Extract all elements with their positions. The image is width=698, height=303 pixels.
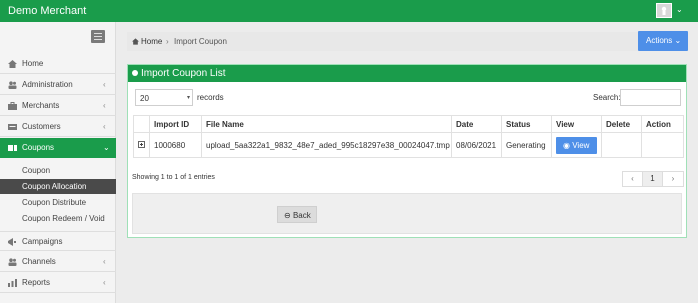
records-label: records xyxy=(197,93,224,102)
id-card-icon xyxy=(8,124,17,130)
cell-file-name: upload_5aa322a1_9832_48e7_aded_995c18297… xyxy=(201,132,452,158)
chevron-down-icon: ⌄ xyxy=(103,143,110,152)
sidebar-item-campaigns[interactable]: Campaigns xyxy=(0,231,116,251)
column-header-status[interactable]: Status xyxy=(501,115,552,133)
circle-icon xyxy=(132,70,138,76)
sidebar-item-reports[interactable]: Reports ‹ xyxy=(0,273,116,293)
user-icon xyxy=(661,6,667,15)
sidebar-item-channels[interactable]: Channels ‹ xyxy=(0,252,116,272)
sidebar-toggle-button[interactable] xyxy=(91,30,105,43)
breadcrumb: Home › Import Coupon xyxy=(127,32,687,51)
breadcrumb-separator: › xyxy=(166,37,169,46)
search-label: Search: xyxy=(593,93,621,102)
sidebar-item-label: Merchants xyxy=(22,101,60,110)
sidebar-item-home[interactable]: Home xyxy=(0,54,116,74)
ticket-icon xyxy=(8,145,17,151)
chevron-left-icon: ‹ xyxy=(103,278,106,287)
table-header-row: Import ID File Name Date Status View Del… xyxy=(133,115,684,133)
sidebar: Home Administration ‹ Merchants ‹ Custom… xyxy=(0,22,116,303)
sidebar-item-customers[interactable]: Customers ‹ xyxy=(0,117,116,137)
panel-footer: ⊖ Back xyxy=(132,193,682,234)
cell-action xyxy=(641,132,684,158)
records-per-page-select[interactable]: 20 ▾ xyxy=(135,89,193,106)
column-header-import-id[interactable]: Import ID xyxy=(149,115,202,133)
search-input[interactable] xyxy=(620,89,681,106)
cell-delete xyxy=(601,132,642,158)
column-header-delete[interactable]: Delete xyxy=(601,115,642,133)
cell-status: Generating xyxy=(501,132,552,158)
column-header-view[interactable]: View xyxy=(551,115,602,133)
sidebar-item-label: Channels xyxy=(22,257,56,266)
coupon-import-table: Import ID File Name Date Status View Del… xyxy=(133,115,684,158)
sidebar-item-label: Reports xyxy=(22,278,51,287)
sidebar-item-label: Home xyxy=(22,59,44,68)
bullhorn-icon xyxy=(8,238,16,246)
back-button[interactable]: ⊖ Back xyxy=(277,206,317,223)
table-row: 1000680 upload_5aa322a1_9832_48e7_aded_9… xyxy=(133,132,684,158)
column-header xyxy=(133,115,150,133)
actions-dropdown-button[interactable]: Actions ⌄ xyxy=(638,31,688,51)
sidebar-item-label: Administration xyxy=(22,80,73,89)
pagination-next-button[interactable]: › xyxy=(663,172,683,186)
column-header-file-name[interactable]: File Name xyxy=(201,115,452,133)
sidebar-subitem-coupon-redeem-void[interactable]: Coupon Redeem / Void xyxy=(0,211,116,226)
expand-row-icon[interactable] xyxy=(138,140,145,148)
breadcrumb-home-link[interactable]: Home xyxy=(141,37,162,46)
sidebar-subitem-coupon[interactable]: Coupon xyxy=(0,163,116,178)
breadcrumb-current: Import Coupon xyxy=(174,37,227,46)
sidebar-item-label: Campaigns xyxy=(22,237,63,246)
panel-title: Import Coupon List xyxy=(141,68,226,79)
view-button[interactable]: ◉ View xyxy=(556,136,597,154)
users-icon xyxy=(8,81,17,89)
sidebar-subitem-coupon-distribute[interactable]: Coupon Distribute xyxy=(0,195,116,210)
table-info-text: Showing 1 to 1 of 1 entries xyxy=(132,174,215,181)
sidebar-subitem-coupon-allocation[interactable]: Coupon Allocation xyxy=(0,179,116,194)
caret-down-icon: ▾ xyxy=(187,95,191,101)
briefcase-icon xyxy=(8,102,17,110)
arrow-circle-left-icon: ⊖ xyxy=(284,211,291,220)
sidebar-item-merchants[interactable]: Merchants ‹ xyxy=(0,96,116,116)
cell-date: 08/06/2021 xyxy=(451,132,502,158)
sidebar-item-coupons[interactable]: Coupons ⌄ xyxy=(0,138,116,158)
home-icon xyxy=(8,60,17,68)
sidebar-item-label: Customers xyxy=(22,122,61,131)
sidebar-item-label: Coupons xyxy=(22,143,55,152)
panel-header: Import Coupon List xyxy=(128,65,686,82)
chevron-left-icon: ‹ xyxy=(103,101,106,110)
pagination-page-button[interactable]: 1 xyxy=(643,172,663,186)
user-avatar[interactable] xyxy=(656,3,672,18)
sidebar-item-administration[interactable]: Administration ‹ xyxy=(0,75,116,95)
chart-icon xyxy=(8,279,17,287)
brand-title[interactable]: Demo Merchant xyxy=(8,5,86,17)
cell-import-id: 1000680 xyxy=(149,132,202,158)
chevron-left-icon: ‹ xyxy=(103,257,106,266)
top-navbar: Demo Merchant ⌄ xyxy=(0,0,698,22)
pagination-previous-button[interactable]: ‹ xyxy=(623,172,643,186)
user-menu-chevron-icon[interactable]: ⌄ xyxy=(676,5,683,14)
chevron-left-icon: ‹ xyxy=(103,122,106,131)
import-coupon-panel: Import Coupon List 20 ▾ records Search: … xyxy=(127,64,687,238)
column-header-action[interactable]: Action xyxy=(641,115,684,133)
home-icon xyxy=(132,38,139,45)
eye-icon: ◉ xyxy=(563,140,570,150)
chevron-left-icon: ‹ xyxy=(103,80,106,89)
column-header-date[interactable]: Date xyxy=(451,115,502,133)
channels-icon xyxy=(8,258,17,266)
pagination: ‹ 1 › xyxy=(622,171,684,187)
